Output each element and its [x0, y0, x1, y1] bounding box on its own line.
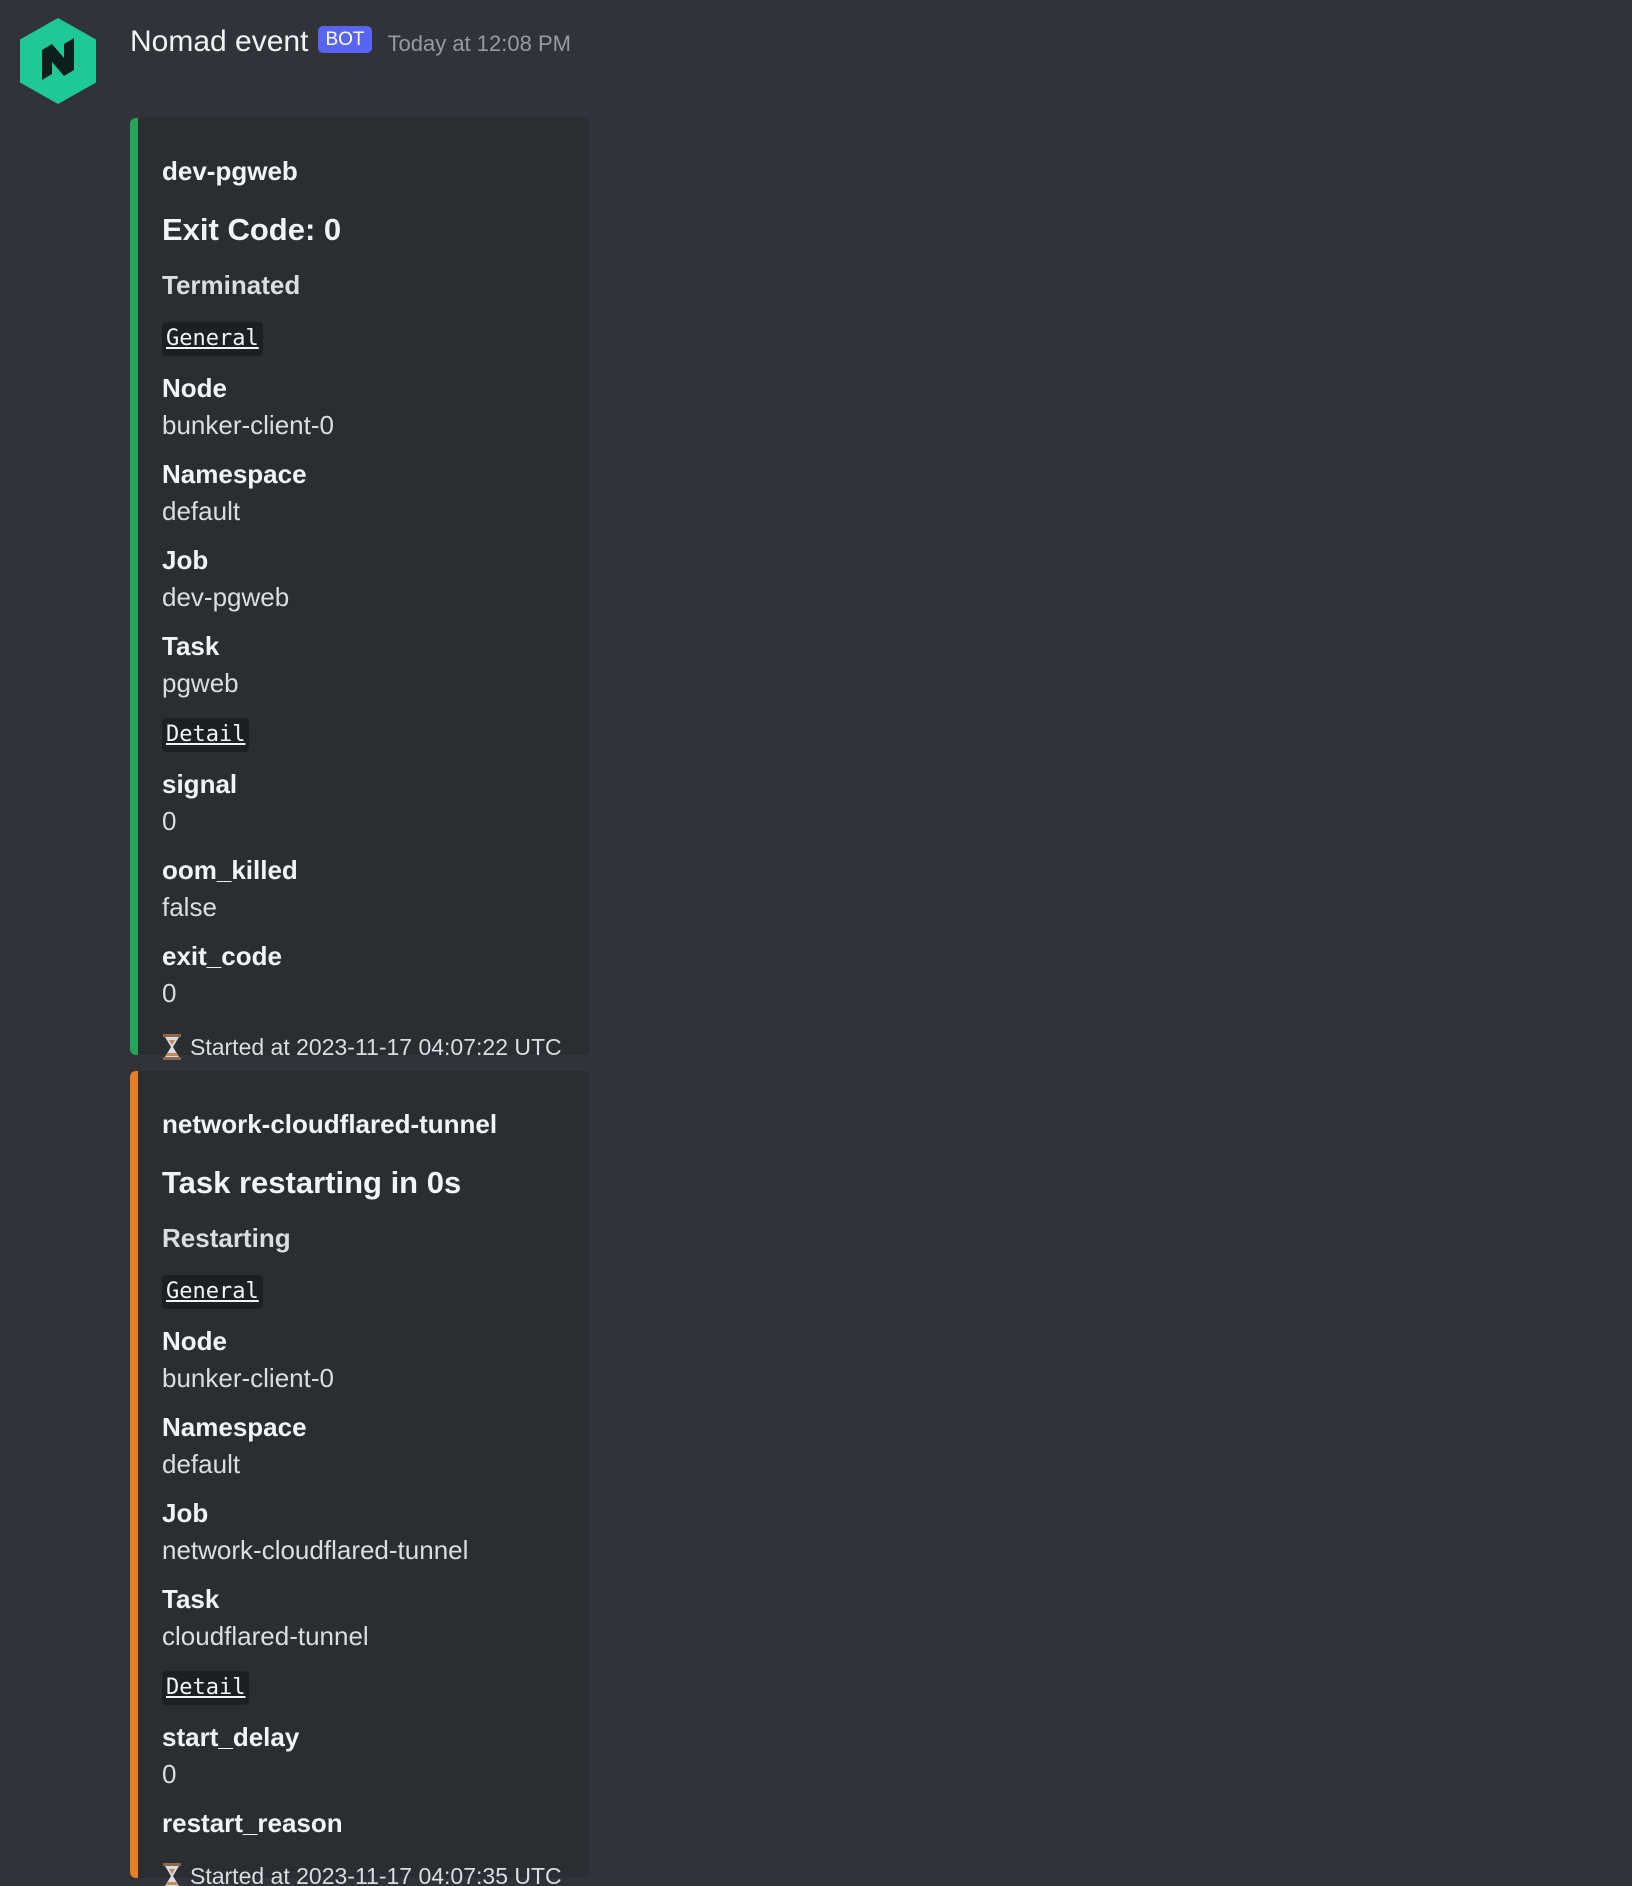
field-name: restart_reason: [162, 1808, 343, 1838]
field-value: 0: [162, 978, 177, 1008]
embed-fields: Node bunker-client-0 Namespace default J…: [162, 1323, 566, 1667]
field-value: bunker-client-0: [162, 410, 334, 440]
bot-badge: BOT: [318, 25, 372, 53]
field-value: dev-pgweb: [162, 582, 290, 612]
field-value: false: [162, 892, 217, 922]
timestamp[interactable]: Today at 12:08 PM: [388, 31, 571, 57]
section-label-general: General: [162, 322, 263, 356]
field-namespace: Namespace default: [162, 456, 390, 530]
field-name: Node: [162, 1326, 227, 1356]
field-start-delay: start_delay 0: [162, 1719, 566, 1793]
field-exit-code: exit_code 0: [162, 938, 566, 1012]
embed-title: Exit Code: 0: [162, 212, 342, 247]
section-label-detail: Detail: [162, 1671, 250, 1705]
field-name: Namespace: [162, 1412, 307, 1442]
field-name: signal: [162, 769, 238, 799]
field-value: pgweb: [162, 668, 239, 698]
field-namespace: Namespace default: [162, 1409, 390, 1483]
chat-message: Nomad event BOT Today at 12:08 PM dev-pg…: [0, 0, 1632, 1886]
field-name: exit_code: [162, 941, 282, 971]
field-name: Job: [162, 1498, 209, 1528]
username[interactable]: Nomad event: [130, 25, 308, 59]
field-value: cloudflared-tunnel: [162, 1621, 369, 1651]
field-job: Job network-cloudflared-tunnel: [162, 1495, 566, 1569]
field-value: bunker-client-0: [162, 1363, 334, 1393]
detail-fields: signal 0 oom_killed false exit_code 0: [162, 766, 566, 1024]
embed-author: dev-pgweb: [162, 156, 298, 186]
footer-text: Started at 2023-11-17 04:07:22 UTC: [190, 1034, 562, 1060]
embed-title: Task restarting in 0s: [162, 1165, 462, 1200]
field-value: default: [162, 1449, 241, 1479]
footer-text: Started at 2023-11-17 04:07:35 UTC: [190, 1863, 562, 1886]
embed-footer: Started at 2023-11-17 04:07:35 UTC: [162, 1861, 566, 1886]
hourglass-icon: [162, 1863, 182, 1886]
embed-status: Restarting: [162, 1223, 291, 1253]
message-header: Nomad event BOT Today at 12:08 PM: [130, 20, 571, 64]
field-value: default: [162, 496, 241, 526]
field-value: 0: [162, 806, 177, 836]
field-name: Namespace: [162, 459, 307, 489]
field-restart-reason: restart_reason: [162, 1805, 566, 1841]
embed-status: Terminated: [162, 270, 301, 300]
field-name: Task: [162, 631, 220, 661]
embed-card: network-cloudflared-tunnel Task restarti…: [130, 1071, 590, 1886]
field-value: 0: [162, 1759, 177, 1789]
detail-fields: start_delay 0 restart_reason: [162, 1719, 566, 1853]
hourglass-icon: [162, 1034, 182, 1060]
field-node: Node bunker-client-0: [162, 1323, 390, 1397]
field-name: oom_killed: [162, 855, 298, 885]
field-name: start_delay: [162, 1722, 300, 1752]
field-value: network-cloudflared-tunnel: [162, 1535, 469, 1565]
embed-fields: Node bunker-client-0 Namespace default J…: [162, 370, 566, 714]
embed-author: network-cloudflared-tunnel: [162, 1109, 498, 1139]
field-task: Task pgweb: [162, 628, 566, 702]
nomad-logo-icon[interactable]: [20, 18, 96, 104]
field-name: Node: [162, 373, 227, 403]
field-node: Node bunker-client-0: [162, 370, 390, 444]
embed-card: dev-pgweb Exit Code: 0 Terminated Genera…: [130, 118, 590, 1060]
field-job: Job dev-pgweb: [162, 542, 566, 616]
section-label-detail: Detail: [162, 718, 250, 752]
section-label-general: General: [162, 1275, 263, 1309]
field-signal: signal 0: [162, 766, 566, 840]
embed-footer: Started at 2023-11-17 04:07:22 UTC: [162, 1032, 566, 1062]
field-task: Task cloudflared-tunnel: [162, 1581, 566, 1655]
field-name: Task: [162, 1584, 220, 1614]
field-name: Job: [162, 545, 209, 575]
field-oom-killed: oom_killed false: [162, 852, 566, 926]
